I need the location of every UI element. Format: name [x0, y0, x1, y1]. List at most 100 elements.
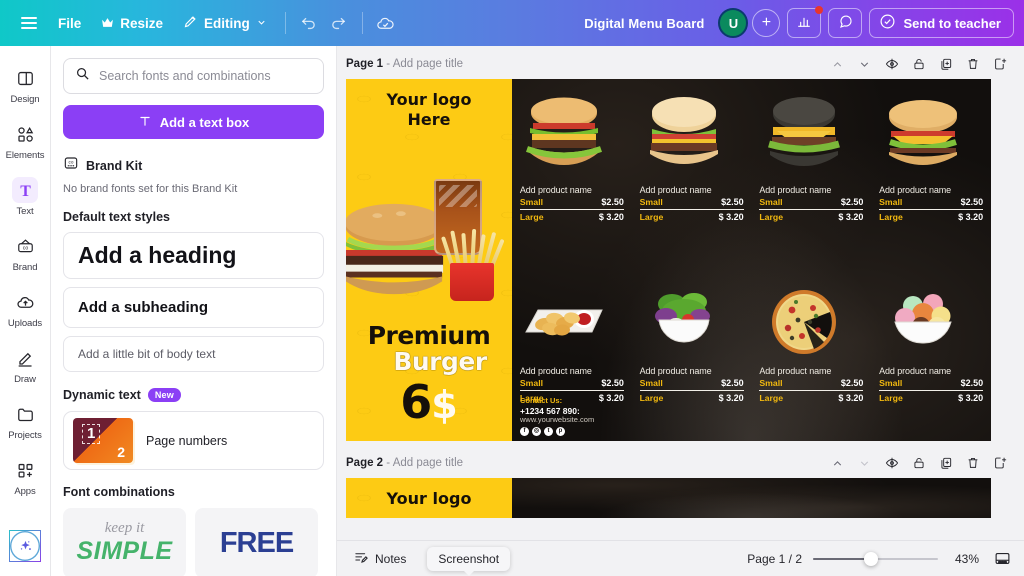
undo-icon[interactable] [294, 8, 324, 38]
product-name-1[interactable]: Add product name [520, 185, 624, 195]
sidebar-item-text[interactable]: T Text [1, 170, 49, 223]
twitter-icon[interactable]: t [544, 427, 553, 436]
expand-down-icon[interactable] [852, 52, 877, 77]
sidebar-item-draw[interactable]: Draw [1, 338, 49, 391]
page-1-title-placeholder[interactable]: Add page title [393, 58, 463, 70]
product-name-5[interactable]: Add product name [520, 366, 624, 376]
size-label-large-7: Large [759, 393, 784, 403]
promo-title-line-2: Burger [393, 346, 487, 376]
contact-block[interactable]: Contact Us: +1234 567 890: www.yourwebsi… [520, 396, 595, 436]
page-2-title-placeholder[interactable]: Add page title [393, 457, 463, 469]
sidebar-item-brand[interactable]: co Brand [1, 226, 49, 279]
brand-kit-title: Brand Kit [86, 158, 143, 173]
notes-button[interactable]: Notes [347, 545, 413, 573]
zoom-slider-handle[interactable] [864, 551, 879, 566]
product-name-8[interactable]: Add product name [879, 366, 983, 376]
delete-page-icon-2[interactable] [960, 451, 985, 476]
add-collaborator-button[interactable]: + [752, 9, 781, 37]
add-page-icon[interactable] [987, 52, 1012, 77]
brand-icon: co [12, 233, 38, 259]
page-2-canvas[interactable]: Your logo [346, 478, 991, 518]
menu-item-4[interactable]: Add product name Small $2.50 Large $ 3.2… [871, 79, 991, 260]
menu-item-1[interactable]: Add product name Small $2.50 Large $ 3.2… [512, 79, 632, 260]
logo-placeholder-page-2[interactable]: Your logo [346, 478, 512, 509]
sidebar-item-elements[interactable]: Elements [1, 114, 49, 167]
search-fonts-container[interactable] [63, 58, 324, 94]
product-name-4[interactable]: Add product name [879, 185, 983, 195]
menu-item-3[interactable]: Add product name Small $2.50 Large $ 3.2… [752, 79, 872, 260]
facebook-icon[interactable]: f [520, 427, 529, 436]
font-combination-card-1[interactable]: keep it SIMPLE [63, 508, 186, 576]
magic-sparkle-icon[interactable] [9, 530, 41, 562]
logo-placeholder[interactable]: Your logo Here [346, 79, 512, 129]
size-label-large-3: Large [759, 212, 784, 222]
menu-item-2[interactable]: Add product name Small $2.50 Large $ 3.2… [632, 79, 752, 260]
add-body-text-style[interactable]: Add a little bit of body text [63, 336, 324, 372]
comments-button[interactable] [828, 8, 863, 38]
page-2-title-row[interactable]: Page 2 - Add page title [346, 457, 463, 469]
send-to-teacher-button[interactable]: Send to teacher [869, 8, 1014, 38]
expand-down-icon-2[interactable] [852, 451, 877, 476]
product-name-6[interactable]: Add product name [640, 366, 744, 376]
sidebar-item-design[interactable]: Design [1, 58, 49, 111]
file-menu-button[interactable]: File [48, 10, 91, 37]
hamburger-menu-icon[interactable] [10, 7, 48, 39]
menu-item-6[interactable]: Add product name Small $2.50 Large $ 3.2… [632, 260, 752, 441]
duplicate-page-icon-2[interactable] [933, 451, 958, 476]
lock-page-icon-2[interactable] [906, 451, 931, 476]
brand-kit-note: No brand fonts set for this Brand Kit [63, 183, 238, 195]
product-name-2[interactable]: Add product name [640, 185, 744, 195]
instagram-icon[interactable]: ◎ [532, 427, 541, 436]
collapse-up-icon-2[interactable] [825, 451, 850, 476]
search-icon [75, 66, 90, 86]
hide-page-icon[interactable] [879, 52, 904, 77]
editing-mode-button[interactable]: Editing [173, 8, 277, 38]
document-title[interactable]: Digital Menu Board [584, 16, 704, 31]
font-combination-card-2[interactable]: FREE [195, 508, 318, 576]
sidebar-item-projects[interactable]: Projects [1, 394, 49, 447]
add-text-box-button[interactable]: Add a text box [63, 105, 324, 139]
cloud-saved-icon[interactable] [371, 8, 401, 38]
promo-panel-page-2[interactable]: Your logo [346, 478, 512, 518]
page-indicator[interactable]: Page 1 / 2 [747, 552, 802, 566]
redo-icon[interactable] [324, 8, 354, 38]
add-subheading-style[interactable]: Add a subheading [63, 287, 324, 328]
promo-title[interactable]: Premium Burger [346, 323, 512, 376]
promo-panel[interactable]: Your logo Here Premium Burger 6$ [346, 79, 512, 441]
size-label-small-5: Small [519, 378, 544, 388]
collapse-up-icon[interactable] [825, 52, 850, 77]
analytics-button[interactable] [787, 6, 824, 38]
menu-item-7[interactable]: Add product name Small $2.50 Large $ 3.2… [752, 260, 872, 441]
add-heading-style[interactable]: Add a heading [63, 232, 324, 279]
promo-price[interactable]: 6$ [346, 379, 512, 425]
page-numbers-item[interactable]: 1 2 Page numbers [63, 411, 324, 470]
menu-item-8[interactable]: Add product name Small $2.50 Large $ 3.2… [871, 260, 991, 441]
lock-page-icon[interactable] [906, 52, 931, 77]
search-input[interactable] [99, 69, 312, 83]
delete-page-icon[interactable] [960, 52, 985, 77]
zoom-level-value[interactable]: 43% [949, 552, 979, 566]
grid-view-icon[interactable] [990, 547, 1014, 571]
sidebar-item-apps[interactable]: Apps [1, 450, 49, 503]
menu-grid-panel[interactable]: Add product name Small $2.50 Large $ 3.2… [512, 79, 991, 441]
contact-website: www.yourwebsite.com [520, 415, 595, 425]
page-1-title-row[interactable]: Page 1 - Add page title [346, 58, 463, 70]
resize-button[interactable]: Resize [91, 10, 173, 37]
draw-icon [12, 345, 38, 371]
page-1-canvas[interactable]: Your logo Here Premium Burger 6$ Add pro… [346, 79, 991, 441]
product-name-3[interactable]: Add product name [759, 185, 863, 195]
hide-page-icon-2[interactable] [879, 451, 904, 476]
size-label-small-6: Small [639, 378, 663, 388]
menu-grid-panel-page-2[interactable] [512, 478, 991, 518]
avatar-initial: U [728, 15, 739, 31]
pinterest-icon[interactable]: p [556, 427, 565, 436]
duplicate-page-icon[interactable] [933, 52, 958, 77]
text-panel: Add a text box co Brand Kit No brand fon… [51, 46, 337, 576]
user-avatar[interactable]: U [718, 8, 749, 38]
sidebar-item-uploads[interactable]: Uploads [1, 282, 49, 335]
zoom-slider[interactable] [813, 551, 938, 566]
add-page-icon-2[interactable] [987, 451, 1012, 476]
product-name-7[interactable]: Add product name [759, 366, 863, 376]
sidebar-label-elements: Elements [5, 150, 45, 161]
file-menu-label: File [58, 15, 82, 31]
